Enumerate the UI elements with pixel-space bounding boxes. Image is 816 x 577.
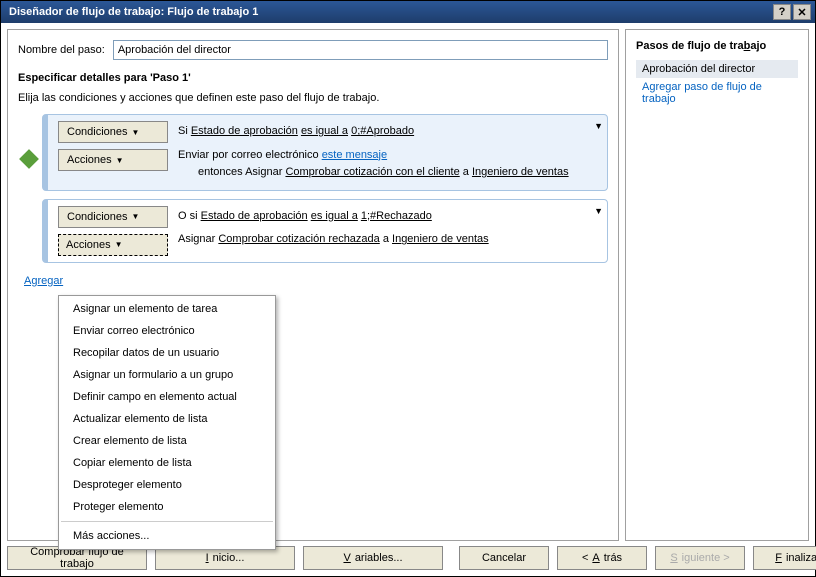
window: Diseñador de flujo de trabajo: Flujo de … [0, 0, 816, 577]
chevron-down-icon: ▼ [132, 212, 140, 221]
titlebar: Diseñador de flujo de trabajo: Flujo de … [1, 1, 815, 23]
actions-button-active[interactable]: Acciones▼ [58, 234, 168, 256]
chevron-down-icon[interactable]: ▼ [594, 204, 603, 218]
menu-item-assign-form[interactable]: Asignar un formulario a un grupo [59, 364, 275, 386]
branch-2: Condiciones▼ Acciones▼ ▼ O si Estado de … [42, 199, 608, 263]
window-title: Diseñador de flujo de trabajo: Flujo de … [5, 6, 773, 18]
close-button[interactable]: ✕ [793, 4, 811, 20]
menu-item-create-list[interactable]: Crear elemento de lista [59, 430, 275, 452]
menu-item-send-email[interactable]: Enviar correo electrónico [59, 320, 275, 342]
chevron-down-icon: ▼ [115, 240, 123, 249]
diamond-icon [19, 149, 39, 169]
email-message-link[interactable]: este mensaje [322, 149, 387, 161]
back-button[interactable]: < Atrás [557, 546, 647, 570]
condition-op[interactable]: es igual a [311, 210, 358, 222]
task-link[interactable]: Comprobar cotización rechazada [218, 233, 379, 245]
step-name-label: Nombre del paso: [18, 44, 105, 56]
menu-item-more[interactable]: Más acciones... [59, 525, 275, 547]
section-heading: Especificar detalles para 'Paso 1' [18, 72, 608, 84]
titlebar-buttons: ? ✕ [773, 4, 811, 20]
conditions-button[interactable]: Condiciones▼ [58, 206, 168, 228]
flow-area: Condiciones▼ Acciones▼ ▼ Si Estado de ap… [18, 114, 608, 287]
assignee-link[interactable]: Ingeniero de ventas [472, 166, 569, 178]
menu-item-collect-data[interactable]: Recopilar datos de un usuario [59, 342, 275, 364]
step-list-item[interactable]: Aprobación del director [636, 60, 798, 78]
branch-1-buttons: Condiciones▼ Acciones▼ [48, 115, 178, 177]
main-panel: Nombre del paso: Especificar detalles pa… [7, 29, 619, 541]
body: Nombre del paso: Especificar detalles pa… [1, 23, 815, 547]
condition-value[interactable]: 1;#Rechazado [361, 210, 432, 222]
branch-2-buttons: Condiciones▼ Acciones▼ [48, 200, 178, 262]
branch-1-content: ▼ Si Estado de aprobación es igual a 0;#… [178, 115, 607, 190]
chevron-down-icon: ▼ [116, 156, 124, 165]
next-button: Siguiente > [655, 546, 745, 570]
add-step-link[interactable]: Agregar paso de flujo de trabajo [636, 78, 798, 108]
section-desc: Elija las condiciones y acciones que def… [18, 92, 608, 104]
branch-2-content: ▼ O si Estado de aprobación es igual a 1… [178, 200, 607, 257]
menu-item-update-list[interactable]: Actualizar elemento de lista [59, 408, 275, 430]
side-panel: Pasos de flujo de trabajo Aprobación del… [625, 29, 809, 541]
menu-item-checkout[interactable]: Desproteger elemento [59, 474, 275, 496]
branch-1-condition: Si Estado de aprobación es igual a 0;#Ap… [178, 123, 597, 141]
condition-value[interactable]: 0;#Aprobado [351, 125, 414, 137]
side-panel-title: Pasos de flujo de trabajo [636, 40, 798, 52]
step-name-row: Nombre del paso: [18, 40, 608, 60]
actions-menu: Asignar un elemento de tarea Enviar corr… [58, 295, 276, 550]
branches: Condiciones▼ Acciones▼ ▼ Si Estado de ap… [42, 114, 608, 263]
cancel-button[interactable]: Cancelar [459, 546, 549, 570]
condition-field[interactable]: Estado de aprobación [201, 210, 308, 222]
task-link[interactable]: Comprobar cotización con el cliente [285, 166, 459, 178]
branch-1: Condiciones▼ Acciones▼ ▼ Si Estado de ap… [42, 114, 608, 191]
menu-separator [61, 521, 273, 522]
help-button[interactable]: ? [773, 4, 791, 20]
menu-item-checkin[interactable]: Proteger elemento [59, 496, 275, 518]
assignee-link[interactable]: Ingeniero de ventas [392, 233, 489, 245]
conditions-button[interactable]: Condiciones▼ [58, 121, 168, 143]
branch-1-action-2: entonces Asignar Comprobar cotización co… [178, 164, 597, 182]
branch-1-action-1: Enviar por correo electrónico este mensa… [178, 147, 597, 165]
chevron-down-icon: ▼ [132, 128, 140, 137]
menu-item-copy-list[interactable]: Copiar elemento de lista [59, 452, 275, 474]
menu-item-assign-task[interactable]: Asignar un elemento de tarea [59, 298, 275, 320]
step-name-input[interactable] [113, 40, 608, 60]
condition-field[interactable]: Estado de aprobación [191, 125, 298, 137]
branch-2-condition: O si Estado de aprobación es igual a 1;#… [178, 208, 597, 226]
variables-button[interactable]: Variables... [303, 546, 443, 570]
menu-item-set-field[interactable]: Definir campo en elemento actual [59, 386, 275, 408]
finish-button[interactable]: Finalizar [753, 546, 816, 570]
branch-2-action: Asignar Comprobar cotización rechazada a… [178, 231, 597, 249]
condition-op[interactable]: es igual a [301, 125, 348, 137]
add-branch-link[interactable]: Agregar [24, 275, 63, 287]
actions-button[interactable]: Acciones▼ [58, 149, 168, 171]
chevron-down-icon[interactable]: ▼ [594, 119, 603, 133]
